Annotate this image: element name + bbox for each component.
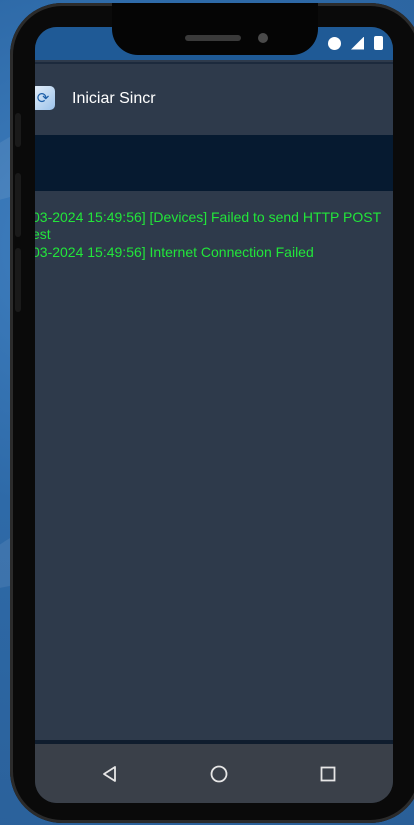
phone-volume-down <box>15 248 21 312</box>
navigation-bar <box>35 744 393 803</box>
log-panel: 03-2024 15:49:56] [Devices] Failed to se… <box>35 191 393 741</box>
home-icon[interactable] <box>204 759 234 789</box>
tab-strip <box>35 135 393 191</box>
front-camera <box>258 33 268 43</box>
dnd-icon <box>328 36 341 50</box>
sync-app-icon[interactable]: ⟳ <box>35 86 55 110</box>
phone-side-button <box>15 113 21 147</box>
speaker-grille <box>185 35 241 41</box>
status-icons <box>328 36 383 50</box>
back-icon[interactable] <box>95 759 125 789</box>
phone-screen: ⟳ Iniciar Sincr 03-2024 15:49:56] [Devic… <box>35 27 393 803</box>
log-line: 03-2024 15:49:56] [Devices] Failed to se… <box>35 209 382 225</box>
app-title: Iniciar Sincr <box>72 90 156 107</box>
log-line: est <box>35 226 51 242</box>
phone-volume-up <box>15 173 21 237</box>
app-bar: ⟳ Iniciar Sincr <box>35 62 393 136</box>
battery-icon <box>374 36 383 50</box>
signal-icon <box>351 36 364 50</box>
log-line: 03-2024 15:49:56] Internet Connection Fa… <box>35 244 314 260</box>
camera-notch <box>112 3 318 55</box>
recents-icon[interactable] <box>313 759 343 789</box>
